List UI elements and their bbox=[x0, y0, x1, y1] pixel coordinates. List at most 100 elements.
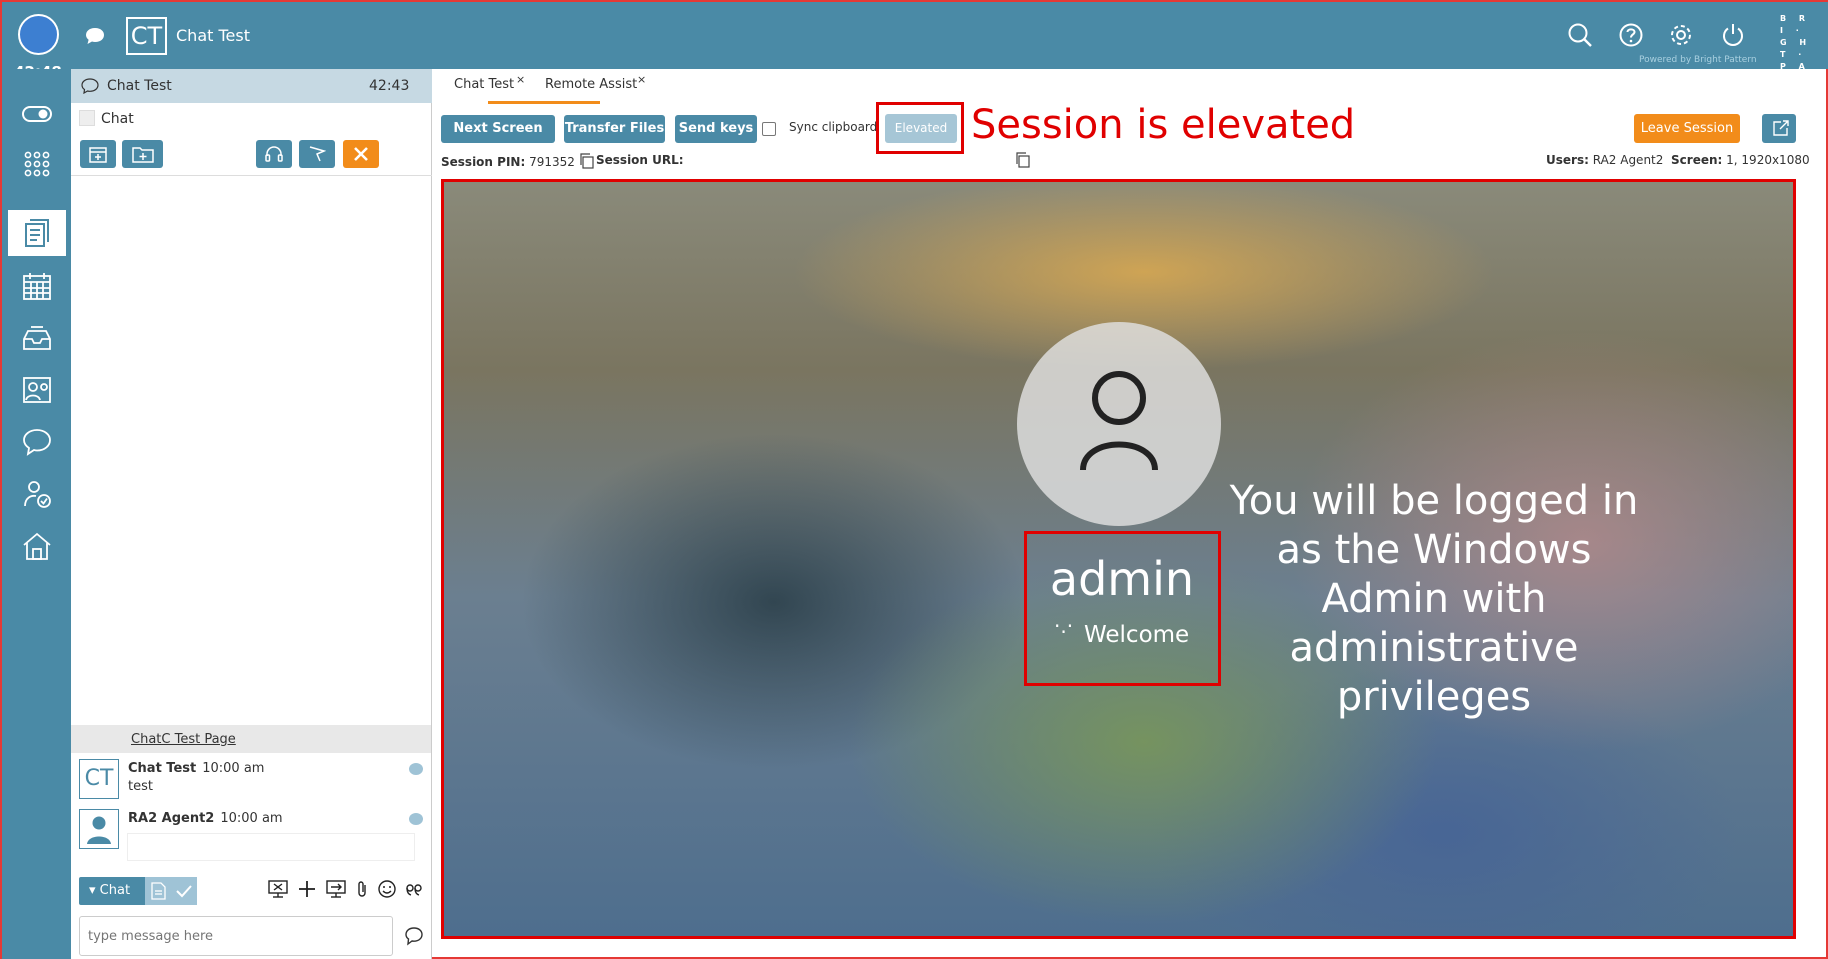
attachment-icon[interactable] bbox=[355, 879, 369, 899]
calendar-icon bbox=[23, 273, 51, 300]
nav-user-check[interactable] bbox=[8, 471, 66, 517]
chat-bubble-icon[interactable] bbox=[84, 26, 106, 46]
annotation-highlight-box bbox=[1024, 531, 1221, 686]
person-icon bbox=[87, 816, 111, 844]
contacts-icon bbox=[23, 377, 51, 403]
annotation-text: You will be logged in as the Windows Adm… bbox=[1229, 478, 1639, 720]
avatar: CT bbox=[79, 759, 119, 799]
toggle-icon bbox=[22, 106, 52, 122]
interaction-title: Chat Test bbox=[176, 26, 250, 45]
apps-icon bbox=[24, 151, 50, 177]
remote-screen-view[interactable]: admin ·.· Welcome You will be logged in … bbox=[441, 179, 1796, 939]
message-status-icon bbox=[409, 813, 423, 825]
agent-status-indicator[interactable] bbox=[18, 14, 59, 55]
chat-channel-label: Chat bbox=[101, 111, 134, 127]
close-icon bbox=[354, 147, 368, 161]
page-link[interactable]: ChatC Test Page bbox=[131, 732, 236, 747]
home-icon bbox=[23, 532, 51, 560]
nav-chat[interactable] bbox=[8, 419, 66, 465]
tab-close-icon[interactable]: × bbox=[516, 73, 525, 86]
nav-inbox[interactable] bbox=[8, 315, 66, 361]
message-status-icon bbox=[409, 763, 423, 775]
inbox-icon bbox=[23, 326, 51, 350]
popout-button[interactable] bbox=[1762, 114, 1796, 143]
tab-chat-label: Chat bbox=[99, 883, 131, 898]
copy-icon[interactable] bbox=[579, 153, 595, 169]
session-info-row: Users: RA2 Agent2 Screen: 1, 1920x1080 bbox=[1546, 153, 1810, 167]
message-text: test bbox=[128, 779, 153, 794]
plus-icon[interactable] bbox=[297, 879, 317, 899]
add-to-folder-button[interactable] bbox=[122, 140, 163, 168]
sync-clipboard-label: Sync clipboard bbox=[789, 120, 878, 134]
users-label: Users: bbox=[1546, 153, 1589, 167]
nav-contacts[interactable] bbox=[8, 367, 66, 413]
message-sender: RA2 Agent2 10:00 am bbox=[128, 811, 283, 826]
search-icon[interactable] bbox=[1567, 22, 1593, 48]
settings-icon[interactable] bbox=[1668, 22, 1694, 48]
message-input[interactable] bbox=[79, 916, 393, 956]
annotation-session-elevated: Session is elevated bbox=[971, 102, 1356, 148]
tab-notes[interactable] bbox=[145, 877, 171, 905]
external-link-icon bbox=[1773, 120, 1789, 136]
message-text bbox=[127, 833, 415, 861]
screen-label: Screen: bbox=[1671, 153, 1723, 167]
copy-icon[interactable] bbox=[1015, 152, 1031, 168]
next-screen-button[interactable]: Next Screen (2) bbox=[441, 115, 555, 164]
tab-complete[interactable] bbox=[171, 877, 197, 905]
chat-header-time: 42:43 bbox=[369, 78, 410, 94]
chat-header[interactable]: Chat Test 42:43 bbox=[71, 69, 432, 103]
user-icon bbox=[1080, 371, 1158, 471]
sync-clipboard-checkbox[interactable] bbox=[762, 122, 776, 136]
chat-icon bbox=[23, 429, 51, 456]
chat-bubble-icon bbox=[81, 78, 99, 94]
message-time: 10:00 am bbox=[220, 811, 283, 826]
send-chat-icon[interactable] bbox=[404, 926, 424, 946]
chat-tools bbox=[267, 879, 423, 899]
powered-by-label: Powered by Bright Pattern bbox=[1639, 55, 1757, 65]
folder-add-icon bbox=[131, 147, 154, 163]
schedule-button[interactable] bbox=[80, 140, 116, 168]
tab-chat[interactable]: ▾ Chat bbox=[79, 877, 145, 905]
emoji-icon[interactable] bbox=[377, 879, 397, 899]
sender-name: RA2 Agent2 bbox=[128, 811, 215, 826]
nav-apps[interactable] bbox=[8, 141, 66, 187]
session-pin-row: Session PIN: 791352 bbox=[441, 153, 595, 169]
wrap-up-button[interactable] bbox=[299, 140, 335, 168]
nav-documents[interactable] bbox=[8, 210, 66, 256]
transfer-button[interactable] bbox=[256, 140, 292, 168]
document-icon bbox=[151, 882, 166, 900]
sender-name: Chat Test bbox=[128, 761, 197, 776]
end-chat-button[interactable] bbox=[343, 140, 379, 168]
users-value: RA2 Agent2 bbox=[1592, 153, 1664, 167]
top-bar: CT Chat Test B R I · G H T · P A T · T E… bbox=[2, 2, 1828, 107]
session-url-label: Session URL: bbox=[596, 153, 684, 167]
nav-calendar[interactable] bbox=[8, 263, 66, 309]
send-keys-button[interactable]: Send keys bbox=[675, 115, 757, 143]
chat-checkbox[interactable] bbox=[79, 110, 95, 126]
nav-toggle[interactable] bbox=[8, 91, 66, 137]
help-icon[interactable] bbox=[1618, 22, 1644, 48]
user-check-icon bbox=[24, 481, 51, 508]
remote-assist-icon[interactable] bbox=[325, 879, 347, 899]
annotation-highlight-box bbox=[876, 102, 964, 154]
message-time: 10:00 am bbox=[202, 761, 265, 776]
windows-user-avatar bbox=[1017, 322, 1221, 526]
tab-chat-test[interactable]: Chat Test × bbox=[454, 73, 525, 92]
documents-icon bbox=[25, 219, 49, 247]
leave-session-button[interactable]: Leave Session bbox=[1634, 114, 1740, 143]
tab-remote-assist[interactable]: Remote Assist × bbox=[545, 73, 646, 92]
divider bbox=[71, 175, 432, 176]
tab-label: Chat Test bbox=[454, 77, 515, 92]
power-icon[interactable] bbox=[1720, 22, 1746, 48]
checkmark-icon bbox=[176, 885, 192, 898]
left-navigation bbox=[2, 69, 71, 959]
transfer-files-button[interactable]: Transfer Files bbox=[564, 115, 665, 143]
tab-close-icon[interactable]: × bbox=[637, 73, 646, 86]
calendar-add-icon bbox=[89, 147, 107, 163]
interaction-badge: CT bbox=[126, 17, 167, 55]
quote-icon[interactable] bbox=[405, 879, 423, 899]
nav-home[interactable] bbox=[8, 523, 66, 569]
chat-header-label: Chat Test bbox=[107, 78, 172, 94]
headset-icon bbox=[265, 146, 283, 162]
screen-share-icon[interactable] bbox=[267, 879, 289, 899]
